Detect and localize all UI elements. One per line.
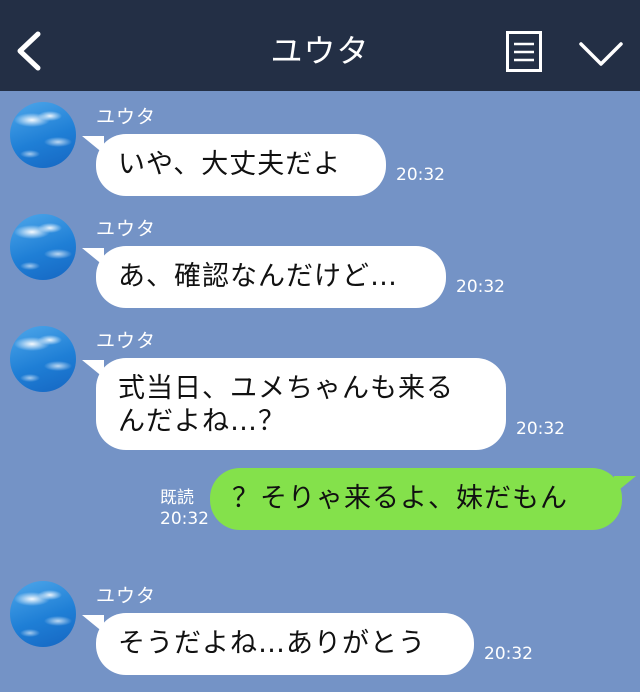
message-text: いや、大丈夫だよ: [118, 149, 342, 180]
message-row: ユウタ 式当日、ユメちゃんも来る んだよね…？ 20:32: [0, 315, 640, 457]
message-text: ？そりゃ来るよ、妹だもん: [232, 483, 568, 514]
message-row: ユウタ そうだよね…ありがとう 20:32: [0, 570, 640, 682]
message-bubble[interactable]: そうだよね…ありがとう: [82, 613, 474, 675]
message-row: ユウタ いや、大丈夫だよ 20:32: [0, 91, 640, 203]
message-row-outgoing: 既読 20:32 ？そりゃ来るよ、妹だもん: [0, 457, 640, 577]
message-bubble[interactable]: いや、大丈夫だよ: [82, 134, 386, 196]
read-label: 既読: [160, 488, 194, 508]
sender-name: ユウタ: [96, 218, 157, 240]
message-time: 20:32: [396, 165, 445, 185]
message-text-line: んだよね…？: [118, 406, 286, 437]
message-time: 20:32: [160, 509, 209, 529]
message-bubble[interactable]: あ、確認なんだけど…: [82, 246, 446, 308]
message-time: 20:32: [516, 419, 565, 439]
message-text: そうだよね…ありがとう: [118, 628, 426, 659]
sender-name: ユウタ: [96, 106, 157, 128]
message-text: あ、確認なんだけど…: [118, 261, 398, 292]
menu-icon[interactable]: [506, 31, 542, 72]
message-row: ユウタ あ、確認なんだけど… 20:32: [0, 203, 640, 315]
message-time: 20:32: [484, 644, 533, 664]
message-time: 20:32: [456, 277, 505, 297]
avatar[interactable]: [10, 581, 76, 647]
message-bubble[interactable]: 式当日、ユメちゃんも来る んだよね…？: [82, 358, 506, 450]
chat-header: ユウタ: [0, 0, 640, 91]
chat-title: ユウタ: [270, 32, 370, 70]
avatar[interactable]: [10, 326, 76, 392]
sender-name: ユウタ: [96, 330, 157, 352]
message-text-line: 式当日、ユメちゃんも来る: [118, 373, 454, 404]
avatar[interactable]: [10, 214, 76, 280]
sender-name: ユウタ: [96, 585, 157, 607]
message-bubble[interactable]: ？そりゃ来るよ、妹だもん: [210, 468, 636, 530]
chevron-down-icon[interactable]: [578, 40, 624, 68]
avatar[interactable]: [10, 102, 76, 168]
read-status: 既読 20:32: [160, 488, 209, 530]
